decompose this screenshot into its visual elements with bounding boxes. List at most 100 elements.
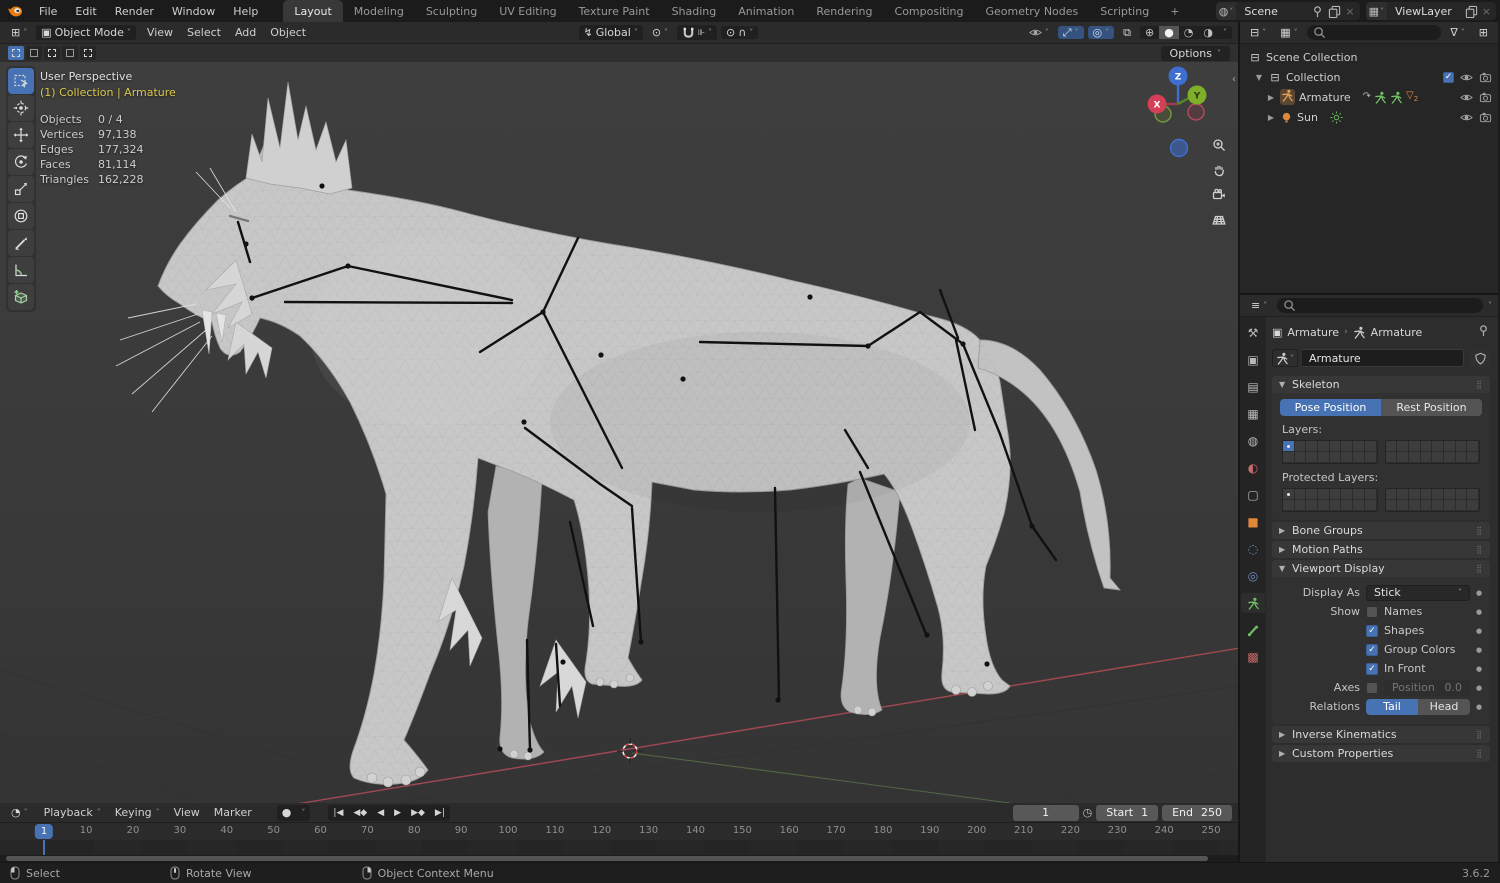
layer-cell[interactable] bbox=[1443, 441, 1456, 452]
expand-caret-icon[interactable]: ▶ bbox=[1266, 93, 1276, 102]
axes-checkbox[interactable] bbox=[1366, 681, 1378, 694]
layer-cell[interactable] bbox=[1294, 452, 1307, 463]
perspective-toggle-icon[interactable] bbox=[1208, 209, 1230, 231]
layer-cell[interactable] bbox=[1443, 452, 1456, 463]
drag-handle-icon[interactable]: ⣿ bbox=[1476, 749, 1483, 758]
checkbox-in-front[interactable]: ✓ bbox=[1366, 662, 1378, 675]
tool-rotate[interactable] bbox=[8, 149, 34, 175]
outliner-editor-type-button[interactable]: ⊟ ˅ bbox=[1245, 26, 1271, 39]
layer-cell[interactable] bbox=[1397, 452, 1409, 463]
layer-cell[interactable] bbox=[1408, 500, 1421, 511]
select-mode-invert-button[interactable] bbox=[62, 46, 78, 60]
tab-object[interactable]: ■ bbox=[1241, 512, 1265, 532]
animate-dot-icon[interactable]: ● bbox=[1476, 684, 1484, 692]
playhead-badge[interactable]: 1 bbox=[34, 824, 54, 839]
layer-cell[interactable] bbox=[1341, 500, 1354, 511]
layer-cell[interactable] bbox=[1318, 500, 1330, 511]
layer-cell[interactable] bbox=[1329, 441, 1342, 452]
camera-view-icon[interactable] bbox=[1208, 184, 1230, 206]
shading-solid-button[interactable]: ● bbox=[1159, 26, 1179, 39]
editor-type-button[interactable]: ⊞ ˅ bbox=[6, 26, 32, 39]
add-workspace-button[interactable]: + bbox=[1160, 0, 1189, 22]
overlays-toggle[interactable]: ◎ ˅ bbox=[1087, 26, 1115, 39]
collection-checkbox[interactable]: ✓ bbox=[1443, 71, 1454, 83]
workspace-tab-animation[interactable]: Animation bbox=[727, 0, 805, 22]
layer-cell[interactable] bbox=[1467, 441, 1479, 452]
tab-render[interactable]: ▣ bbox=[1241, 350, 1265, 370]
tab-bone[interactable] bbox=[1241, 620, 1265, 640]
tab-collection[interactable]: ▢ bbox=[1241, 485, 1265, 505]
outliner-row-scene-collection[interactable]: ⊟ Scene Collection bbox=[1240, 47, 1498, 67]
layer-cell[interactable] bbox=[1455, 489, 1468, 500]
tool-cursor[interactable] bbox=[8, 95, 34, 121]
tool-scale[interactable] bbox=[8, 176, 34, 202]
stopwatch-icon[interactable]: ◷ bbox=[1083, 807, 1093, 818]
workspace-tab-geometry-nodes[interactable]: Geometry Nodes bbox=[974, 0, 1089, 22]
playhead-line[interactable] bbox=[43, 840, 45, 855]
panel-header[interactable]: ▶ Custom Properties ⣿ bbox=[1272, 745, 1490, 762]
snap-target-dropdown[interactable]: ⊙ ˅ bbox=[647, 26, 673, 39]
armature-layers-grid[interactable] bbox=[1282, 440, 1480, 464]
outliner-row-collection[interactable]: ▼ ⊟ Collection ✓ bbox=[1240, 67, 1498, 87]
layer-cell[interactable] bbox=[1294, 489, 1307, 500]
frame-end-field[interactable]: End 250 bbox=[1162, 804, 1232, 821]
tool-transform[interactable] bbox=[8, 203, 34, 229]
proportional-editing-toggle[interactable]: ⊙ ∩ ˅ bbox=[721, 26, 759, 39]
outliner-display-mode-button[interactable]: ▦ ˅ bbox=[1275, 26, 1302, 39]
select-mode-subtract-button[interactable] bbox=[44, 46, 60, 60]
panel-header[interactable]: ▶ Inverse Kinematics ⣿ bbox=[1272, 726, 1490, 743]
pin-icon[interactable] bbox=[1311, 5, 1324, 18]
layer-grid-block[interactable] bbox=[1384, 488, 1480, 512]
menu-edit[interactable]: Edit bbox=[66, 0, 105, 22]
properties-editor-type-button[interactable]: ≡ ˅ bbox=[1246, 299, 1272, 312]
breadcrumb-data[interactable]: Armature bbox=[1371, 326, 1423, 339]
viewport-menu-add[interactable]: Add bbox=[228, 25, 263, 40]
layer-cell[interactable] bbox=[1432, 500, 1444, 511]
layer-cell[interactable] bbox=[1467, 489, 1479, 500]
layer-cell[interactable] bbox=[1283, 500, 1295, 511]
jump-to-start-button[interactable]: |◀ bbox=[328, 805, 348, 821]
timeline-scrollbar-thumb[interactable] bbox=[6, 856, 1208, 861]
layer-cell[interactable] bbox=[1306, 489, 1319, 500]
animate-dot-icon[interactable]: ● bbox=[1476, 665, 1484, 673]
layer-grid-block[interactable] bbox=[1282, 488, 1378, 512]
layer-cell[interactable] bbox=[1329, 500, 1342, 511]
viewport-menu-view[interactable]: View bbox=[140, 25, 180, 40]
workspace-tab-rendering[interactable]: Rendering bbox=[805, 0, 883, 22]
sidebar-toggle-arrow[interactable]: ‹ bbox=[1230, 72, 1238, 87]
frame-start-field[interactable]: Start 1 bbox=[1096, 804, 1159, 821]
auto-key-record-button[interactable]: ● bbox=[277, 805, 297, 821]
outliner-row-sun[interactable]: ▶ Sun bbox=[1240, 107, 1498, 127]
workspace-tab-layout[interactable]: Layout bbox=[283, 0, 343, 22]
blender-logo-icon[interactable] bbox=[0, 0, 30, 22]
display-as-dropdown[interactable]: Stick ˅ bbox=[1366, 584, 1470, 601]
play-button[interactable]: ▶ bbox=[389, 805, 406, 821]
viewport-display-panel-header[interactable]: ▼ Viewport Display ⣿ bbox=[1272, 560, 1490, 577]
layer-cell[interactable] bbox=[1353, 500, 1365, 511]
drag-handle-icon[interactable]: ⣿ bbox=[1476, 526, 1483, 535]
layer-cell[interactable] bbox=[1341, 441, 1354, 452]
close-viewlayer-icon[interactable]: × bbox=[1482, 5, 1491, 18]
layer-cell[interactable] bbox=[1353, 489, 1365, 500]
scene-name[interactable]: Scene bbox=[1236, 5, 1306, 18]
select-mode-set-button[interactable] bbox=[8, 46, 24, 60]
layer-cell[interactable] bbox=[1306, 452, 1319, 463]
gizmos-toggle[interactable]: ⤢ ˅ bbox=[1057, 26, 1084, 39]
workspace-tab-compositing[interactable]: Compositing bbox=[884, 0, 975, 22]
viewport-menu-object[interactable]: Object bbox=[263, 25, 313, 40]
layer-cell[interactable] bbox=[1443, 500, 1456, 511]
axes-position-slider[interactable]: Position 0.0 bbox=[1384, 679, 1470, 696]
select-mode-extend-button[interactable] bbox=[26, 46, 42, 60]
viewport-menu-select[interactable]: Select bbox=[180, 25, 228, 40]
panel-header[interactable]: ▶ Motion Paths ⣿ bbox=[1272, 541, 1490, 558]
animate-dot-icon[interactable]: ● bbox=[1476, 646, 1484, 654]
workspace-tab-texture-paint[interactable]: Texture Paint bbox=[568, 0, 661, 22]
expand-caret-icon[interactable]: ▼ bbox=[1254, 73, 1264, 82]
layer-cell[interactable] bbox=[1397, 500, 1409, 511]
layer-cell[interactable] bbox=[1432, 452, 1444, 463]
layer-cell[interactable] bbox=[1318, 441, 1330, 452]
record-dropdown[interactable]: ˅ bbox=[296, 805, 310, 821]
layer-cell[interactable] bbox=[1294, 441, 1307, 452]
layer-cell[interactable] bbox=[1385, 441, 1398, 452]
tab-world[interactable]: ◐ bbox=[1241, 458, 1265, 478]
